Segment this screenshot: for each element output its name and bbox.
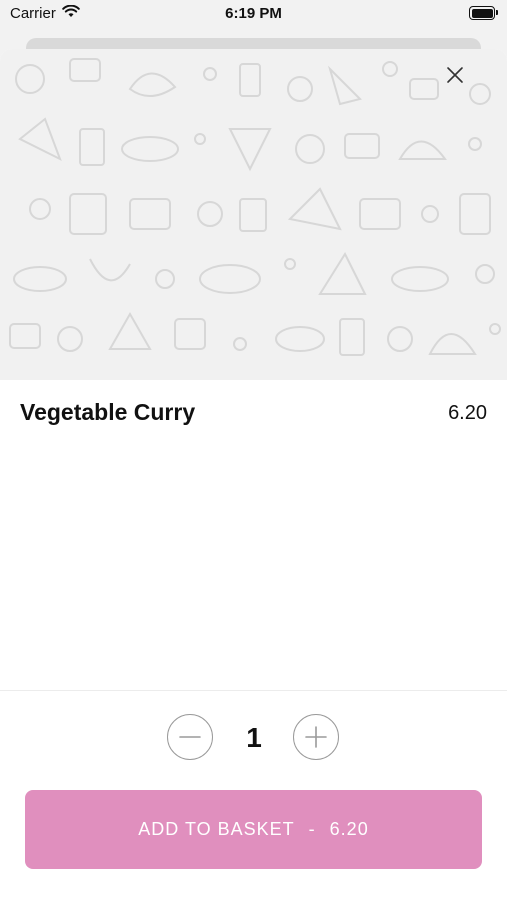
item-image-placeholder	[0, 49, 507, 380]
plus-icon	[305, 726, 327, 748]
decrease-quantity-button[interactable]	[167, 714, 213, 760]
footer-divider	[0, 690, 507, 691]
add-to-basket-button[interactable]: ADD TO BASKET - 6.20	[25, 790, 482, 869]
minus-icon	[179, 736, 201, 738]
status-bar: Carrier 6:19 PM	[0, 0, 507, 30]
status-time: 6:19 PM	[225, 5, 282, 22]
quantity-stepper: 1	[0, 714, 507, 762]
increase-quantity-button[interactable]	[293, 714, 339, 760]
item-price: 6.20	[448, 402, 487, 424]
battery-icon	[469, 6, 498, 20]
quantity-value: 1	[246, 722, 262, 753]
close-icon	[447, 67, 463, 83]
food-doodle-pattern	[9, 58, 501, 356]
add-button-price: 6.20	[329, 819, 369, 839]
add-button-separator: -	[308, 819, 316, 839]
add-button-label: ADD TO BASKET	[138, 819, 295, 839]
item-detail-sheet: Vegetable Curry 6.20 1 ADD TO BASKET - 6…	[0, 49, 507, 900]
item-name: Vegetable Curry	[20, 399, 196, 425]
close-button[interactable]	[445, 65, 477, 97]
